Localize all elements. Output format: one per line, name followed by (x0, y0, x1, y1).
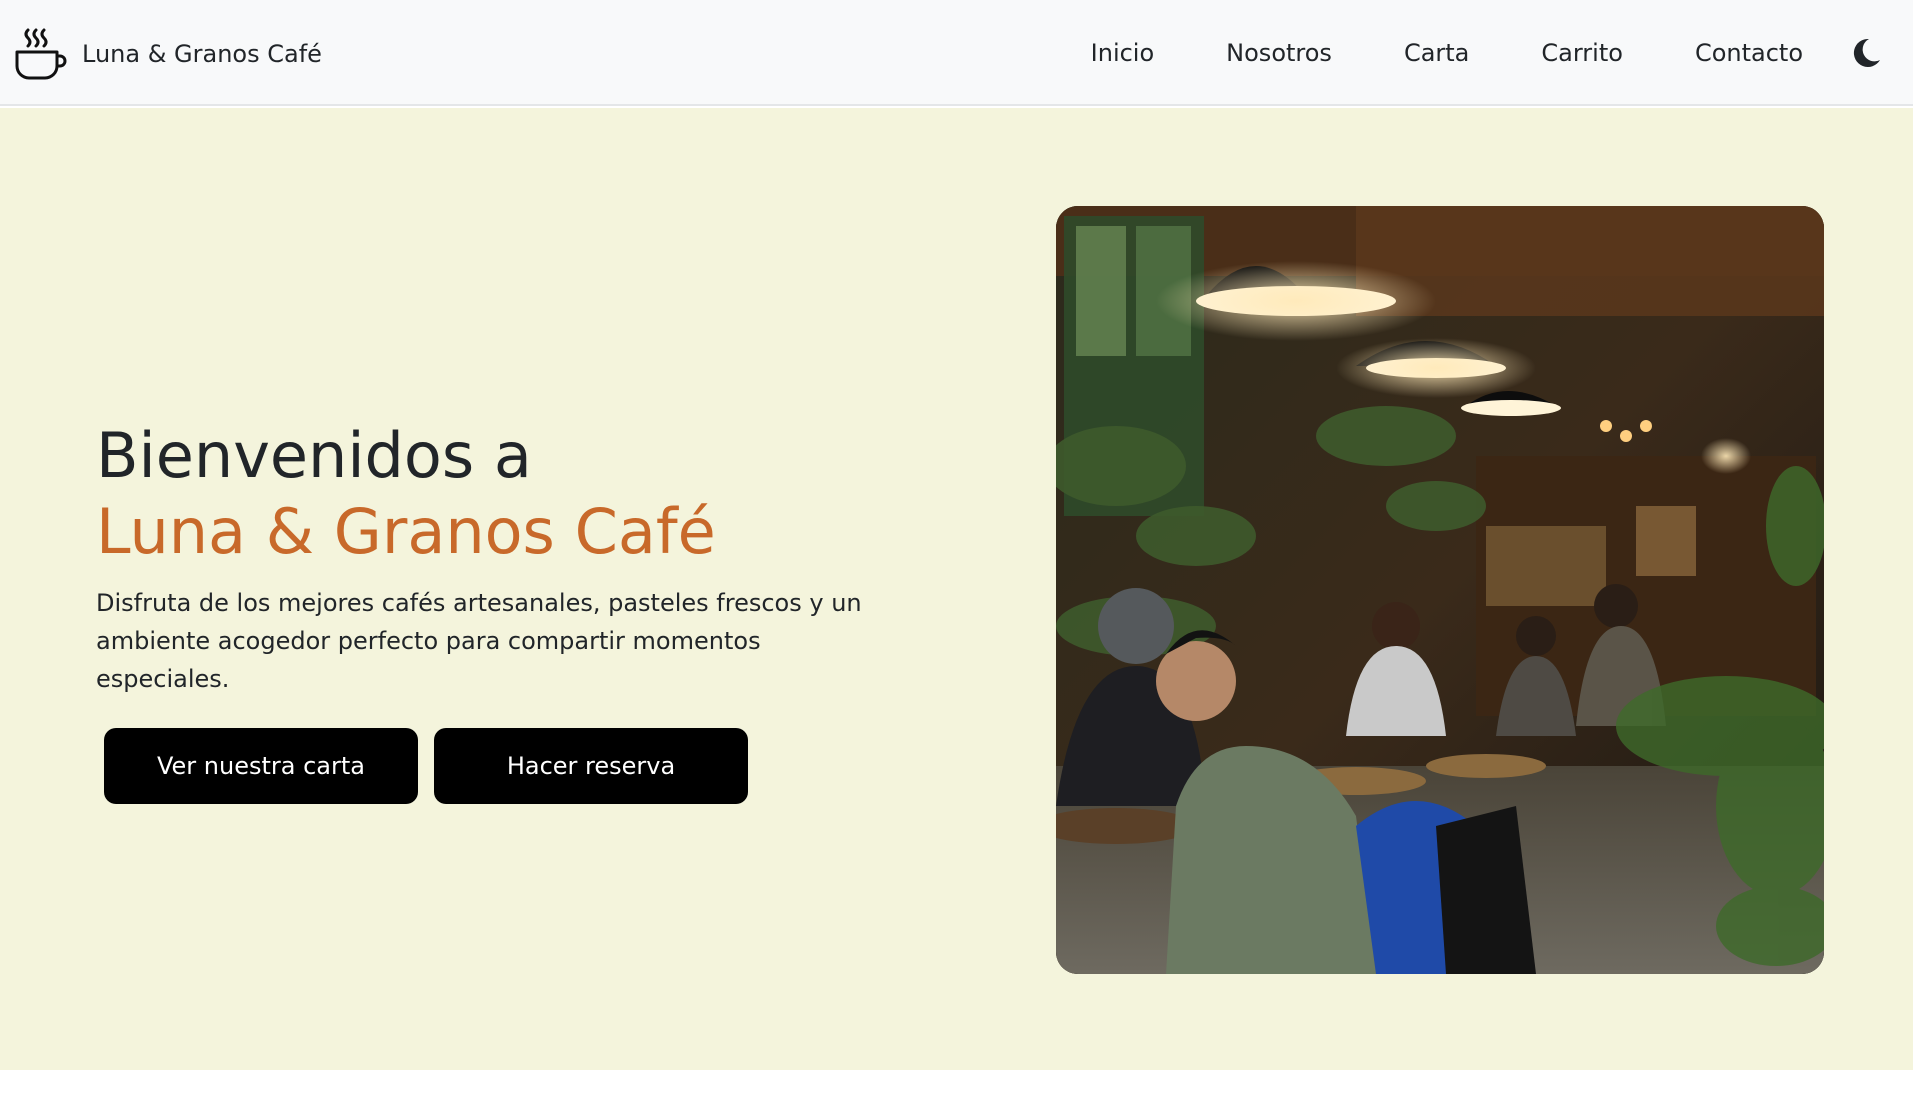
hero-text: Bienvenidos a Luna & Granos Café Disfrut… (96, 418, 956, 804)
nav-link-carrito[interactable]: Carrito (1541, 39, 1623, 67)
brand-link[interactable]: Luna & Granos Café (14, 26, 322, 82)
coffee-cup-icon (15, 28, 67, 80)
nav-menu: Inicio Nosotros Carta Carrito Contacto (1091, 0, 1803, 106)
nav-link-inicio[interactable]: Inicio (1091, 39, 1155, 67)
hero-section: Bienvenidos a Luna & Granos Café Disfrut… (0, 108, 1913, 1070)
navbar: Luna & Granos Café Inicio Nosotros Carta… (0, 0, 1913, 106)
nav-link-carta[interactable]: Carta (1404, 39, 1469, 67)
hero-buttons: Ver nuestra carta Hacer reserva (104, 728, 956, 804)
moon-icon[interactable] (1849, 36, 1883, 70)
hero-title-brand: Luna & Granos Café (96, 495, 716, 568)
nav-link-contacto[interactable]: Contacto (1695, 39, 1803, 67)
hero-title: Bienvenidos a Luna & Granos Café (96, 418, 956, 570)
hero-description: Disfruta de los mejores cafés artesanale… (96, 589, 862, 693)
nav-link-nosotros[interactable]: Nosotros (1226, 39, 1332, 67)
cafe-interior-illustration (1056, 206, 1824, 974)
view-menu-button[interactable]: Ver nuestra carta (104, 728, 418, 804)
cafe-interior-photo (1056, 206, 1824, 974)
brand-name: Luna & Granos Café (82, 40, 322, 68)
hero-title-line1: Bienvenidos a (96, 419, 532, 492)
make-reservation-button[interactable]: Hacer reserva (434, 728, 748, 804)
